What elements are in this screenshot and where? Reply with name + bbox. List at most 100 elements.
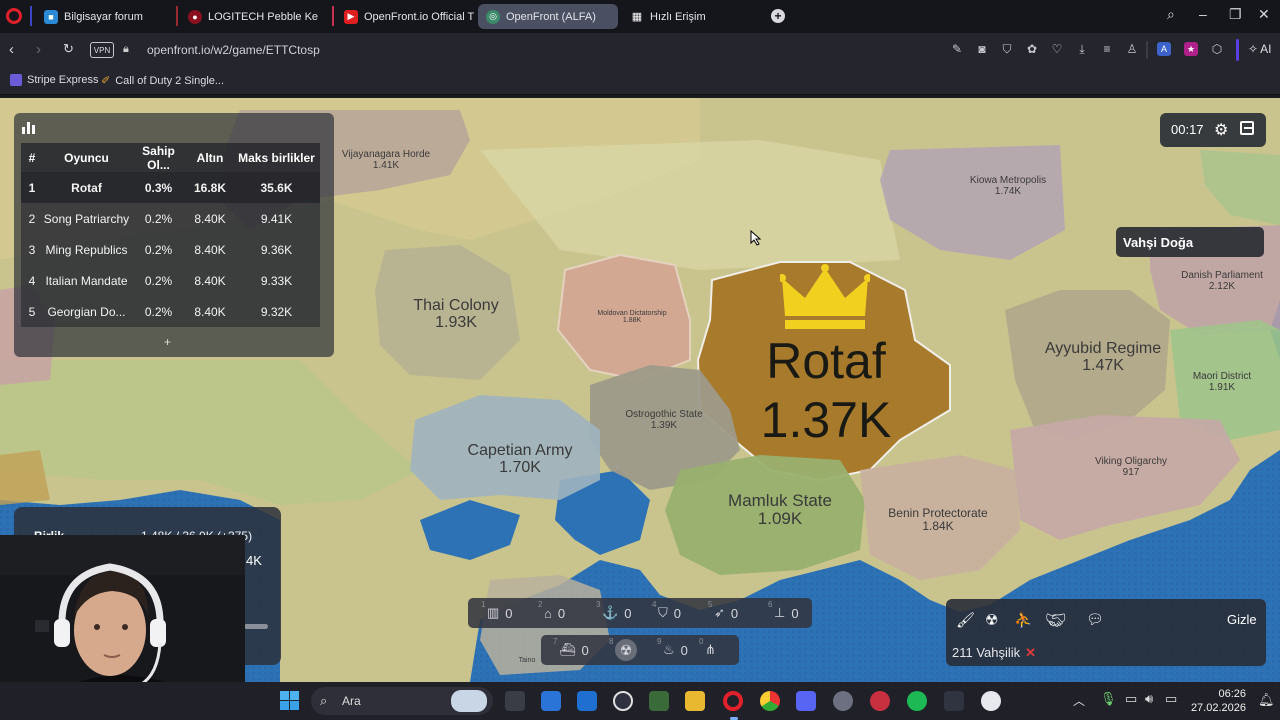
game-app-icon[interactable]	[981, 691, 1001, 711]
nation-label-kiowa: Kiowa Metropolis 1.74K	[970, 175, 1046, 197]
download-icon[interactable]: ⤓	[1075, 42, 1089, 56]
store-icon[interactable]	[541, 691, 561, 711]
bookmark-stripe-express[interactable]: Stripe Express	[10, 74, 99, 86]
discord-icon[interactable]	[796, 691, 816, 711]
hotkey-label: 7	[553, 637, 558, 646]
media-player-icon[interactable]	[613, 691, 633, 711]
search-label: Ara	[342, 694, 361, 708]
chat-icon[interactable]: 💬︎	[1086, 611, 1104, 628]
edit-icon[interactable]: ✎	[950, 42, 964, 56]
back-icon[interactable]: ‹	[9, 41, 14, 58]
build-defense-slot[interactable]: 4 ⛉ 0	[652, 598, 681, 628]
rank-cell: 3	[21, 234, 43, 265]
leaderboard-table: # Oyuncu Sahip Ol... Altın Maks birlikle…	[21, 143, 320, 327]
outlook-icon[interactable]	[577, 691, 597, 711]
forward-icon[interactable]: ›	[36, 41, 41, 58]
leaderboard-row[interactable]: 5 Georgian Do... 0.2% 8.40K 9.32K	[21, 296, 320, 327]
opera-logo-icon[interactable]	[6, 8, 22, 24]
nation-name: Capetian Army	[467, 442, 573, 459]
build-warship-slot[interactable]: 7 ⛴ 0	[553, 635, 589, 665]
profile-icon[interactable]: ♙	[1125, 42, 1139, 56]
extension-icon[interactable]: ✿	[1025, 42, 1039, 56]
reload-icon[interactable]: ↻	[63, 41, 74, 57]
notepad-icon[interactable]	[649, 691, 669, 711]
nation-troops: 1.09K	[757, 508, 803, 528]
leaderboard-row[interactable]: 2 Song Patriarchy 0.2% 8.40K 9.41K	[21, 203, 320, 234]
tab-openfront-tutorial[interactable]: ▶ OpenFront.io Official Tuto	[336, 4, 474, 29]
nation-troops: 1.93K	[435, 313, 477, 331]
leaderboard-row[interactable]: 1 Rotaf 0.3% 16.8K 35.6K	[21, 172, 320, 203]
build-missile-silo-slot[interactable]: 5 ➶ 0	[708, 598, 738, 628]
col-owned[interactable]: Sahip Ol...	[130, 143, 187, 172]
vpn-badge[interactable]: VPN	[90, 42, 114, 58]
attack-ratio-slider[interactable]	[244, 624, 268, 629]
search-tabs-icon[interactable]: ⌕	[1167, 6, 1175, 23]
minimize-icon[interactable]: –	[1199, 6, 1207, 22]
hide-button[interactable]: Gizle	[1227, 612, 1257, 627]
taskbar-search-box[interactable]: ⌕ Ara	[311, 687, 493, 715]
battery-icon[interactable]: ▭	[1165, 691, 1177, 707]
translate-icon[interactable]: A	[1157, 42, 1171, 56]
leaderboard-row[interactable]: 3 Ming Republics 0.2% 8.40K 9.36K	[21, 234, 320, 265]
microphone-icon[interactable]: 🎙︎	[1100, 691, 1117, 707]
spotify-icon[interactable]	[907, 691, 927, 711]
build-mirv-slot[interactable]: 0 ⋔	[699, 635, 716, 665]
camera-icon[interactable]: ◙	[975, 42, 989, 56]
windows-start-icon[interactable]	[280, 691, 299, 710]
build-hydrogen-bomb-slot[interactable]: 9 ♨ 0	[657, 635, 688, 665]
shield-icon[interactable]: ⛉	[1000, 42, 1014, 56]
taskbar-clock[interactable]: 06:26 27.02.2026	[1190, 687, 1246, 715]
nuke-icon[interactable]: ☢	[985, 611, 998, 629]
bookmark-cod2[interactable]: ✐ Call of Duty 2 Single...	[101, 74, 224, 88]
build-atom-bomb-slot[interactable]: 8 ☢	[609, 635, 637, 665]
tab-logitech[interactable]: ● LOGITECH Pebble Keys 2 K	[180, 4, 318, 29]
build-port-slot[interactable]: 3 ⚓ 0	[596, 598, 632, 628]
gold-cell: 8.40K	[187, 203, 233, 234]
col-player[interactable]: Oyuncu	[43, 143, 130, 172]
task-view-icon[interactable]	[505, 691, 525, 711]
cube-icon[interactable]: ⬡	[1210, 42, 1224, 56]
red-x-icon[interactable]: ✕	[1025, 645, 1036, 661]
network-icon[interactable]: ▭	[1125, 691, 1137, 707]
leaderboard-row[interactable]: 4 Italian Mandate 0.2% 8.40K 9.33K	[21, 265, 320, 296]
leaderboard-expand-button[interactable]: +	[164, 335, 171, 349]
close-window-icon[interactable]: ✕	[1258, 6, 1270, 23]
build-factory-slot[interactable]: 2 ⌂ 0	[538, 598, 565, 628]
nation-name: Taino	[518, 657, 536, 664]
settings-icon[interactable]	[833, 691, 853, 711]
menu-icon[interactable]: ≡	[1100, 42, 1114, 56]
nation-label-rotaf[interactable]: Rotaf 1.37K	[761, 332, 892, 450]
exit-game-icon[interactable]	[1240, 121, 1254, 135]
new-tab-button[interactable]: +	[771, 9, 785, 23]
opera-taskbar-icon[interactable]	[723, 691, 743, 711]
chevron-up-icon[interactable]: ︿	[1073, 692, 1085, 709]
hotkey-label: 5	[708, 600, 713, 609]
col-max-troops[interactable]: Maks birlikler	[233, 143, 320, 172]
rank-cell: 2	[21, 203, 43, 234]
heart-icon[interactable]: ♡	[1050, 42, 1064, 56]
chrome-icon[interactable]	[760, 691, 780, 711]
aria-ai-button[interactable]: ✧ AI	[1248, 42, 1271, 56]
build-sam-slot[interactable]: 6 ⊥ 0	[768, 598, 799, 628]
settings-gear-icon[interactable]: ⚙	[1214, 120, 1228, 140]
url-field[interactable]: openfront.io/w2/game/ETTCtosp	[147, 43, 320, 57]
app-icon[interactable]	[870, 691, 890, 711]
tab-hizli-erisim[interactable]: ▦ Hızlı Erişim	[622, 4, 742, 29]
bar-chart-icon[interactable]	[22, 122, 36, 134]
lock-icon[interactable]: 🔒︎	[123, 43, 129, 56]
restore-icon[interactable]: ❐	[1229, 6, 1242, 23]
donate-icon[interactable]: ⛹	[1014, 611, 1033, 629]
tab-bilgisayar-forum[interactable]: ■ Bilgisayar forum	[36, 4, 170, 29]
file-explorer-icon[interactable]	[685, 691, 705, 711]
volume-icon[interactable]: 🔊︎	[1145, 691, 1153, 707]
handshake-icon[interactable]: 🤝︎	[1045, 611, 1067, 631]
build-city-slot[interactable]: 1 ▥ 0	[481, 598, 513, 628]
col-rank[interactable]: #	[21, 143, 43, 172]
app-two-icon[interactable]	[944, 691, 964, 711]
extension-star-icon[interactable]: ★	[1184, 42, 1198, 56]
col-gold[interactable]: Altın	[187, 143, 233, 172]
paintbrush-icon[interactable]: 🖌︎	[956, 611, 975, 629]
tab-openfront-alfa[interactable]: ◎ OpenFront (ALFA)	[478, 4, 618, 29]
notification-bell-icon[interactable]: 🔔︎	[1258, 692, 1275, 708]
build-count: 0	[624, 605, 632, 621]
